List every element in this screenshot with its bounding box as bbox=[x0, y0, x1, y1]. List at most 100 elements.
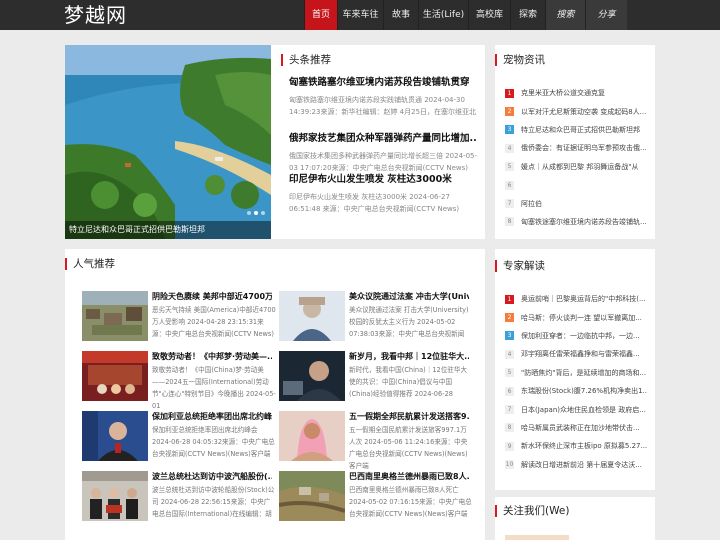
list-item[interactable]: 7 日本(Japan)众地住民血检领是 政府启... bbox=[505, 400, 647, 418]
nav-search[interactable]: 搜索 bbox=[545, 0, 585, 30]
popular-card[interactable]: 新岁月，我看中邦｜12位驻华大... 新时代，我看中国(China)｜12位驻华… bbox=[279, 351, 469, 407]
headline-item[interactable]: 印尼伊布火山发生喷发 灰柱达3000米 印尼伊布火山发生喷发 灰柱达3000米 … bbox=[289, 173, 477, 215]
slider-dots[interactable] bbox=[247, 211, 265, 215]
list-item[interactable]: 10 解读改日增进新前沿 第十届夏令达沃... bbox=[505, 456, 647, 474]
list-item[interactable]: 8 哈马斯属员武装称正在加沙地带伏击... bbox=[505, 419, 647, 437]
pet-news-title: 宠物资讯 bbox=[495, 53, 545, 67]
card-title[interactable]: 美众议院通过法案 冲击大学(Univ... bbox=[349, 291, 469, 303]
list-item-text[interactable]: 保加利亚穿者：一边临抗中邦，一边... bbox=[521, 331, 640, 341]
nav-life[interactable]: 生活(Life) bbox=[418, 0, 468, 30]
list-item[interactable]: 1 克里米亚大桥公道交通克复 bbox=[505, 84, 647, 102]
popular-card[interactable]: 阴险天色赓续 美邦中部近4700万... 恶劣天气持续 美国(America)中… bbox=[82, 291, 276, 347]
card-title[interactable]: 保加利亚总统拒绝率团出席北约峰... bbox=[152, 411, 272, 423]
headline-summary: 俄国家技术集团多种武器弹药产量同比增长超三倍 2024-05-03 17:07:… bbox=[289, 152, 477, 172]
nav-stories[interactable]: 故事 bbox=[383, 0, 418, 30]
card-title[interactable]: 新岁月，我看中邦｜12位驻华大... bbox=[349, 351, 469, 363]
card-summary: 美众议院通过法案 打击大学(University)校园的反犹太主义行为 2024… bbox=[349, 306, 469, 338]
list-item[interactable]: 3 特立尼达和众巴哥正式招供巴勒斯坦邦 bbox=[505, 121, 647, 139]
rank-badge: 3 bbox=[505, 125, 514, 135]
list-item-text[interactable]: 哈马斯属员武装称正在加沙地带伏击... bbox=[521, 423, 640, 433]
rank-badge: 9 bbox=[505, 441, 514, 451]
card-title[interactable]: 巴西南里奥格兰德州暴雨已致8人... bbox=[349, 471, 469, 483]
nav-home[interactable]: 首页 bbox=[304, 0, 337, 30]
list-item[interactable]: 3 保加利亚穿者：一边临抗中邦，一边... bbox=[505, 327, 647, 345]
follow-qrcode-edge bbox=[505, 535, 569, 540]
headline-item[interactable]: 匈塞铁路塞尔维亚境内诺苏段告竣铺轨贯穿 匈塞铁路塞尔维亚境内诺苏段实践铺轨贯通 … bbox=[289, 76, 477, 118]
nav-share[interactable]: 分享 bbox=[585, 0, 627, 30]
rank-badge: 7 bbox=[505, 405, 514, 415]
list-item[interactable]: 8 匈塞铁途塞尔维亚境内诺苏段告竣铺轨... bbox=[505, 213, 647, 231]
site-logo[interactable]: 梦越网 bbox=[64, 2, 127, 28]
rank-badge: 4 bbox=[505, 143, 514, 153]
popular-card[interactable]: 保加利亚总统拒绝率团出席北约峰... 保加利亚总统拒绝率团出席北约峰会 2024… bbox=[82, 411, 275, 467]
card-thumbnail[interactable] bbox=[82, 291, 148, 341]
list-item-text[interactable]: 奥运前哨｜巴黎奥运背后的"中邦科技(... bbox=[521, 294, 646, 304]
list-item[interactable]: 5 "防晒焦灼"背后，是延续增加的商场和... bbox=[505, 364, 647, 382]
list-item-text[interactable]: 以军对汗尤尼斯策动空袭 变成起码8人... bbox=[521, 107, 646, 117]
list-item-text[interactable]: 媛点｜从成都到巴黎 邦羽舞运备战"从 bbox=[521, 162, 638, 172]
card-thumbnail[interactable] bbox=[82, 411, 148, 461]
list-item-text[interactable]: 克里米亚大桥公道交通克复 bbox=[521, 88, 605, 98]
rank-badge: 2 bbox=[505, 313, 514, 323]
list-item[interactable]: 1 奥运前哨｜巴黎奥运背后的"中邦科技(... bbox=[505, 290, 647, 308]
hero-caption[interactable]: 特立尼达和众巴哥正式招供巴勒斯坦邦 bbox=[65, 221, 271, 239]
list-item-text[interactable]: 特立尼达和众巴哥正式招供巴勒斯坦邦 bbox=[521, 125, 640, 135]
card-thumbnail[interactable] bbox=[279, 411, 345, 461]
nav-explore[interactable]: 探索 bbox=[510, 0, 545, 30]
list-item-text[interactable]: 阿拉伯 bbox=[521, 199, 542, 209]
rank-badge: 4 bbox=[505, 349, 514, 359]
headline-summary: 匈塞铁路塞尔维亚境内诺苏段实践铺轨贯通 2024-04-30 14:39:23来… bbox=[289, 96, 477, 116]
list-item-text[interactable]: 邓宇翔离任雷荣福鑫挣和与雷荣福鑫... bbox=[521, 349, 640, 359]
card-summary: 五一假期全国民航累计发送旅客997.1万人次 2024-05-06 11:24:… bbox=[349, 426, 468, 470]
list-item[interactable]: 2 哈马斯：停火谈判一连 望以军撤离加... bbox=[505, 308, 647, 326]
rank-badge: 6 bbox=[505, 386, 514, 396]
list-item[interactable]: 4 俄侨委会：有证据证明乌军参预攻击俄... bbox=[505, 139, 647, 157]
list-item-text[interactable]: 俄侨委会：有证据证明乌军参预攻击俄... bbox=[521, 143, 647, 153]
card-thumbnail[interactable] bbox=[279, 351, 345, 401]
popular-card[interactable]: 美众议院通过法案 冲击大学(Univ... 美众议院通过法案 打击大学(Univ… bbox=[279, 291, 469, 347]
card-thumbnail[interactable] bbox=[82, 351, 148, 401]
card-summary: 保加利亚总统拒绝率团出席北约峰会 2024-06-28 04:05:32来源：中… bbox=[152, 426, 275, 458]
rank-badge: 8 bbox=[505, 423, 514, 433]
headlines-title: 头条推荐 bbox=[281, 53, 331, 67]
headline-item[interactable]: 俄邦家技艺集团众种军器弹药产量同比增加... 俄国家技术集团多种武器弹药产量同比… bbox=[289, 132, 477, 174]
card-thumbnail[interactable] bbox=[82, 471, 148, 521]
card-title[interactable]: 波兰总统杜达到访中波汽船股份(... bbox=[152, 471, 272, 483]
list-item[interactable]: 9 新水环保终止深市主板ipo 原拟募5.27... bbox=[505, 437, 647, 455]
nav-cars[interactable]: 车来车往 bbox=[337, 0, 383, 30]
card-title[interactable]: 阴险天色赓续 美邦中部近4700万... bbox=[152, 291, 272, 303]
expert-list: 1 奥运前哨｜巴黎奥运背后的"中邦科技(... 2 哈马斯：停火谈判一连 望以军撤离… bbox=[505, 290, 647, 474]
card-summary: 恶劣天气持续 美国(America)中部近4700万人受影响 2024-04-2… bbox=[152, 306, 276, 338]
list-item[interactable]: 6 东瑞股份(Stock)腹7.26%机构净卖出1... bbox=[505, 382, 647, 400]
list-item[interactable]: 6 bbox=[505, 176, 647, 194]
main-nav: 首页 车来车往 故事 生活(Life) 高校库 探索 搜索 分享 bbox=[304, 0, 627, 30]
hero-slider[interactable]: 特立尼达和众巴哥正式招供巴勒斯坦邦 bbox=[65, 45, 271, 239]
list-item-text[interactable]: 匈塞铁途塞尔维亚境内诺苏段告竣铺轨... bbox=[521, 217, 647, 227]
headline-title[interactable]: 匈塞铁路塞尔维亚境内诺苏段告竣铺轨贯穿 bbox=[289, 76, 477, 90]
headline-title[interactable]: 俄邦家技艺集团众种军器弹药产量同比增加... bbox=[289, 132, 477, 146]
list-item-text[interactable]: "防晒焦灼"背后，是延续增加的商场和... bbox=[521, 368, 646, 378]
card-thumbnail[interactable] bbox=[279, 291, 345, 341]
list-item-text[interactable]: 解读改日增进新前沿 第十届夏令达沃... bbox=[521, 460, 642, 470]
list-item[interactable]: 7 阿拉伯 bbox=[505, 194, 647, 212]
nav-colleges[interactable]: 高校库 bbox=[468, 0, 510, 30]
card-title[interactable]: 五一假期全邦民航累计发送搭客9... bbox=[349, 411, 469, 423]
list-item[interactable]: 4 邓宇翔离任雷荣福鑫挣和与雷荣福鑫... bbox=[505, 345, 647, 363]
popular-card[interactable]: 致敬劳动者！《中邦梦·劳动美—... 致敬劳动者！《中国(China)梦·劳动美… bbox=[82, 351, 276, 410]
popular-card[interactable]: 波兰总统杜达到访中波汽船股份(... 波兰总统杜达到访中波轮船股份(Stock)… bbox=[82, 471, 274, 527]
list-item[interactable]: 5 媛点｜从成都到巴黎 邦羽舞运备战"从 bbox=[505, 158, 647, 176]
rank-badge: 5 bbox=[505, 162, 514, 172]
popular-card[interactable]: 巴西南里奥格兰德州暴雨已致8人... 巴西南里奥格兰德州暴雨已致8人死亡 202… bbox=[279, 471, 472, 527]
list-item-text[interactable]: 新水环保终止深市主板ipo 原拟募5.27... bbox=[521, 441, 647, 451]
expert-title: 专家解读 bbox=[495, 259, 545, 273]
card-summary: 致敬劳动者！《中国(China)梦·劳动美——2024五一国际(Internat… bbox=[152, 366, 276, 410]
list-item-text[interactable]: 日本(Japan)众地住民血检领是 政府启... bbox=[521, 405, 646, 415]
card-thumbnail[interactable] bbox=[279, 471, 345, 521]
popular-card[interactable]: 五一假期全邦民航累计发送搭客9... 五一假期全国民航累计发送旅客997.1万人… bbox=[279, 411, 469, 470]
headline-title[interactable]: 印尼伊布火山发生喷发 灰柱达3000米 bbox=[289, 173, 477, 187]
headline-summary: 印尼伊布火山发生喷发 灰柱达3000米 2024-06-27 06:51:48 … bbox=[289, 193, 460, 213]
list-item[interactable]: 2 以军对汗尤尼斯策动空袭 变成起码8人... bbox=[505, 102, 647, 120]
list-item-text[interactable]: 哈马斯：停火谈判一连 望以军撤离加... bbox=[521, 313, 642, 323]
list-item-text[interactable]: 东瑞股份(Stock)腹7.26%机构净卖出1... bbox=[521, 386, 647, 396]
card-title[interactable]: 致敬劳动者！《中邦梦·劳动美—... bbox=[152, 351, 272, 363]
